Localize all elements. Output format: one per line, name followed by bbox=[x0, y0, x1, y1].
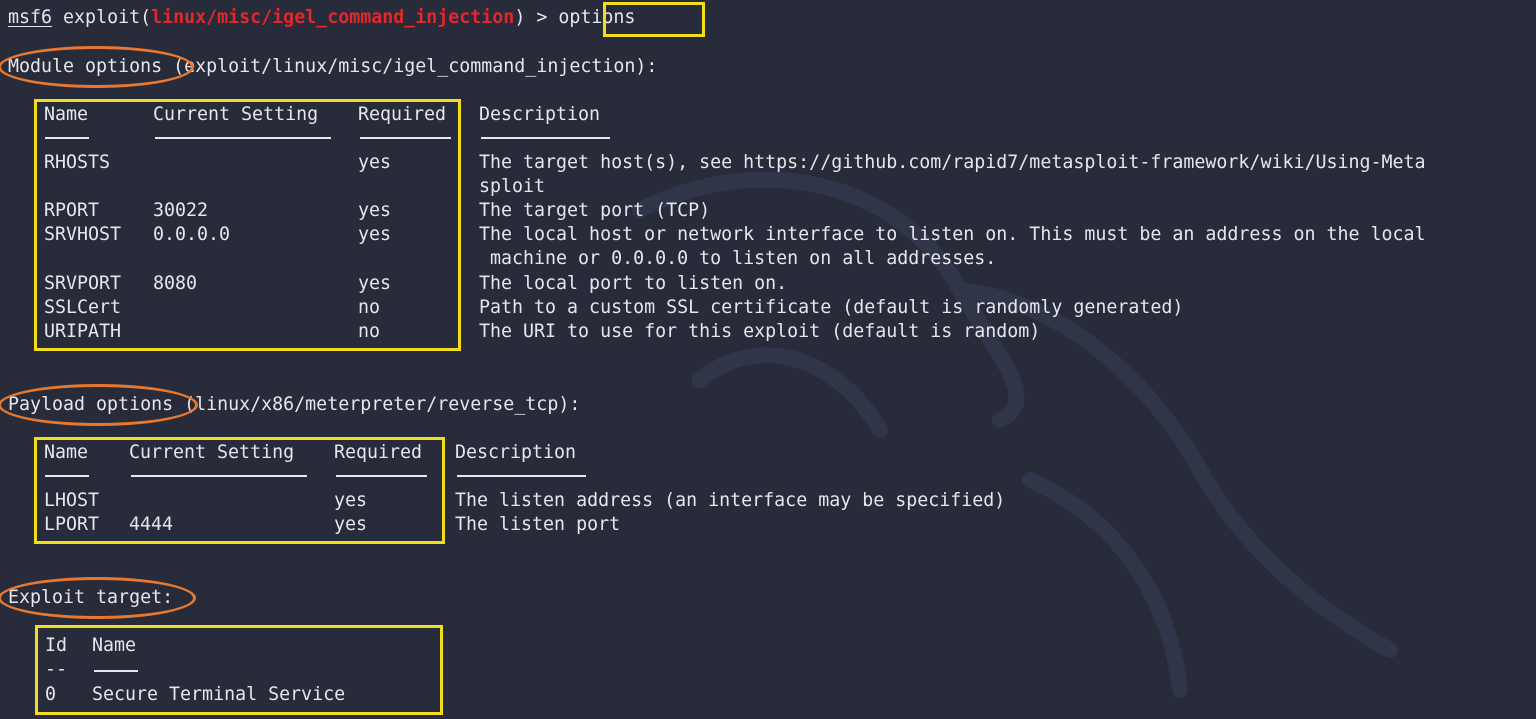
payload-row-name: LHOST bbox=[44, 490, 100, 511]
prompt-line: msf6 exploit(linux/misc/igel_command_inj… bbox=[8, 6, 635, 30]
exploit-target-oval bbox=[0, 577, 196, 619]
module-row-description: The local host or network interface to l… bbox=[479, 224, 1426, 245]
prompt-context: msf6 bbox=[8, 7, 53, 28]
module-row-name: SRVPORT bbox=[44, 273, 122, 294]
module-row-setting: 8080 bbox=[153, 273, 198, 294]
terminal-window: msf6 exploit(linux/misc/igel_command_inj… bbox=[0, 0, 1536, 719]
payload-row-name: LPORT bbox=[44, 514, 100, 535]
module-col-setting: Current Setting bbox=[153, 104, 319, 125]
payload-col-description-underline bbox=[457, 475, 586, 477]
payload-col-name-underline bbox=[45, 475, 89, 477]
module-col-description-underline bbox=[481, 137, 610, 139]
module-options-oval bbox=[0, 46, 194, 88]
module-row-required: yes bbox=[358, 200, 392, 221]
module-row-required: yes bbox=[358, 273, 392, 294]
module-col-name: Name bbox=[44, 104, 89, 125]
module-row-name: URIPATH bbox=[44, 321, 122, 342]
payload-row-required: yes bbox=[334, 514, 368, 535]
prompt-prefix: exploit( bbox=[63, 7, 152, 28]
payload-row-description: The listen port bbox=[455, 514, 621, 535]
module-row-required: no bbox=[358, 297, 381, 318]
module-row-required: no bbox=[358, 321, 381, 342]
target-col-id-underline: -- bbox=[45, 659, 68, 680]
module-row-description: The local port to listen on. bbox=[479, 273, 788, 294]
target-col-id: Id bbox=[45, 635, 68, 656]
module-row-description-cont: machine or 0.0.0.0 to listen on all addr… bbox=[479, 248, 997, 269]
module-row-name: SRVHOST bbox=[44, 224, 122, 245]
module-col-required-underline bbox=[360, 137, 451, 139]
payload-row-setting: 4444 bbox=[129, 514, 174, 535]
prompt-module-name: linux/misc/igel_command_injection bbox=[151, 7, 515, 28]
module-col-description: Description bbox=[479, 104, 601, 125]
target-row-id: 0 bbox=[45, 684, 57, 705]
payload-col-name: Name bbox=[44, 442, 89, 463]
module-col-required: Required bbox=[358, 104, 447, 125]
payload-col-required: Required bbox=[334, 442, 423, 463]
command-highlight-box bbox=[603, 2, 705, 37]
module-row-name: SSLCert bbox=[44, 297, 122, 318]
module-row-required: yes bbox=[358, 152, 392, 173]
payload-options-path: (linux/x86/meterpreter/reverse_tcp): bbox=[184, 394, 581, 415]
payload-col-description: Description bbox=[455, 442, 577, 463]
module-options-path: (exploit/linux/misc/igel_command_injecti… bbox=[173, 56, 658, 77]
payload-col-setting-underline bbox=[131, 475, 307, 477]
module-row-setting: 0.0.0.0 bbox=[153, 224, 231, 245]
module-row-description: The target port (TCP) bbox=[479, 200, 711, 221]
module-row-description: The target host(s), see https://github.c… bbox=[479, 152, 1426, 173]
payload-row-required: yes bbox=[334, 490, 368, 511]
target-row-name: Secure Terminal Service bbox=[92, 684, 346, 705]
payload-row-description: The listen address (an interface may be … bbox=[455, 490, 1006, 511]
module-row-name: RPORT bbox=[44, 200, 100, 221]
target-col-name: Name bbox=[92, 635, 137, 656]
module-row-description: The URI to use for this exploit (default… bbox=[479, 321, 1041, 342]
module-row-description: Path to a custom SSL certificate (defaul… bbox=[479, 297, 1184, 318]
payload-col-setting: Current Setting bbox=[129, 442, 295, 463]
module-row-name: RHOSTS bbox=[44, 152, 111, 173]
target-col-name-underline bbox=[94, 670, 138, 672]
module-row-description-cont: sploit bbox=[479, 176, 546, 197]
module-row-required: yes bbox=[358, 224, 392, 245]
module-col-name-underline bbox=[45, 137, 89, 139]
prompt-suffix: ) > bbox=[514, 7, 548, 28]
payload-options-oval bbox=[0, 384, 198, 426]
module-row-setting: 30022 bbox=[153, 200, 209, 221]
module-col-setting-underline bbox=[155, 137, 331, 139]
payload-col-required-underline bbox=[336, 475, 427, 477]
